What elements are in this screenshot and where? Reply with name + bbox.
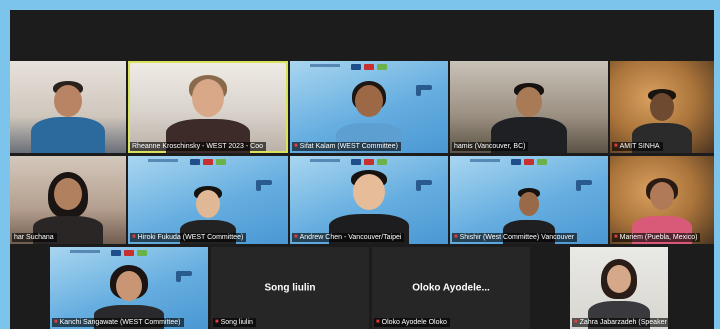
participant-tile-active-speaker[interactable]: Rheanne Kroschinsky - WEST 2023 - Coo bbox=[128, 61, 288, 153]
participant-name-label: ■ Song liulin bbox=[213, 318, 256, 327]
participant-name-label: ■ Oloko Ayodele Oloko bbox=[374, 318, 450, 327]
muted-mic-icon: ■ bbox=[614, 143, 618, 149]
participant-tile[interactable]: ■ Sifat Kalam (WEST Committee) bbox=[290, 61, 448, 153]
faucet-icon bbox=[416, 178, 434, 192]
participant-display-name: Song liulin bbox=[264, 282, 316, 294]
participant-name-label: ■ Kanchi Sangawate (WEST Committee) bbox=[52, 318, 184, 327]
participant-tile[interactable]: hamis (Vancouver, BC) bbox=[450, 61, 608, 153]
participant-name-label: ■ Shishir (West Committee) Vancouver bbox=[452, 233, 578, 242]
participant-tile[interactable]: ■ Andrew Chen - Vancouver/Taipei bbox=[290, 156, 448, 244]
participant-name-label: hamis (Vancouver, BC) bbox=[452, 142, 529, 151]
participant-tile-camera-off[interactable]: Song liulin ■ Song liulin bbox=[211, 247, 369, 329]
participant-tile[interactable]: har Suchana bbox=[10, 156, 126, 244]
participant-name-label: ■ Andrew Chen - Vancouver/Taipei bbox=[292, 233, 405, 242]
participant-name-label: ■ Mariem (Puebla, Mexico) bbox=[612, 233, 701, 242]
participant-name-label: har Suchana bbox=[12, 233, 57, 242]
participant-name-label: ■ Hiroki Fukuda (WEST Committee) bbox=[130, 233, 247, 242]
faucet-icon bbox=[256, 178, 274, 192]
muted-mic-icon: ■ bbox=[574, 319, 578, 325]
participant-name-label: ■Zahra Jabarzadeh (Speaker team) bbox=[572, 318, 668, 327]
participant-tile-camera-off[interactable]: Oloko Ayodele... ■ Oloko Ayodele Oloko bbox=[372, 247, 530, 329]
participant-tile[interactable]: ■ Shishir (West Committee) Vancouver bbox=[450, 156, 608, 244]
muted-mic-icon: ■ bbox=[294, 234, 298, 240]
participant-display-name: Oloko Ayodele... bbox=[412, 282, 490, 294]
participant-tile[interactable]: ■ Kanchi Sangawate (WEST Committee) bbox=[50, 247, 208, 329]
participant-tile[interactable]: ■ Hiroki Fukuda (WEST Committee) bbox=[128, 156, 288, 244]
participant-name-label: ■ AMIT SINHA bbox=[612, 142, 663, 151]
participant-name-label: Rheanne Kroschinsky - WEST 2023 - Coo bbox=[130, 142, 266, 151]
participant-name-label: ■ Sifat Kalam (WEST Committee) bbox=[292, 142, 401, 151]
faucet-icon bbox=[176, 269, 194, 283]
zoom-gallery-view: Rheanne Kroschinsky - WEST 2023 - Coo ■ S… bbox=[10, 10, 714, 329]
faucet-icon bbox=[576, 178, 594, 192]
participant-tile[interactable] bbox=[10, 61, 126, 153]
muted-mic-icon: ■ bbox=[215, 319, 219, 325]
faucet-icon bbox=[416, 83, 434, 97]
muted-mic-icon: ■ bbox=[454, 234, 458, 240]
participant-tile[interactable]: ■ Mariem (Puebla, Mexico) bbox=[610, 156, 714, 244]
muted-mic-icon: ■ bbox=[376, 319, 380, 325]
participant-tile[interactable]: ■Zahra Jabarzadeh (Speaker team) bbox=[570, 247, 668, 329]
muted-mic-icon: ■ bbox=[54, 319, 58, 325]
muted-mic-icon: ■ bbox=[614, 234, 618, 240]
muted-mic-icon: ■ bbox=[294, 143, 298, 149]
muted-mic-icon: ■ bbox=[132, 234, 136, 240]
participant-tile[interactable]: ■ AMIT SINHA bbox=[610, 61, 714, 153]
